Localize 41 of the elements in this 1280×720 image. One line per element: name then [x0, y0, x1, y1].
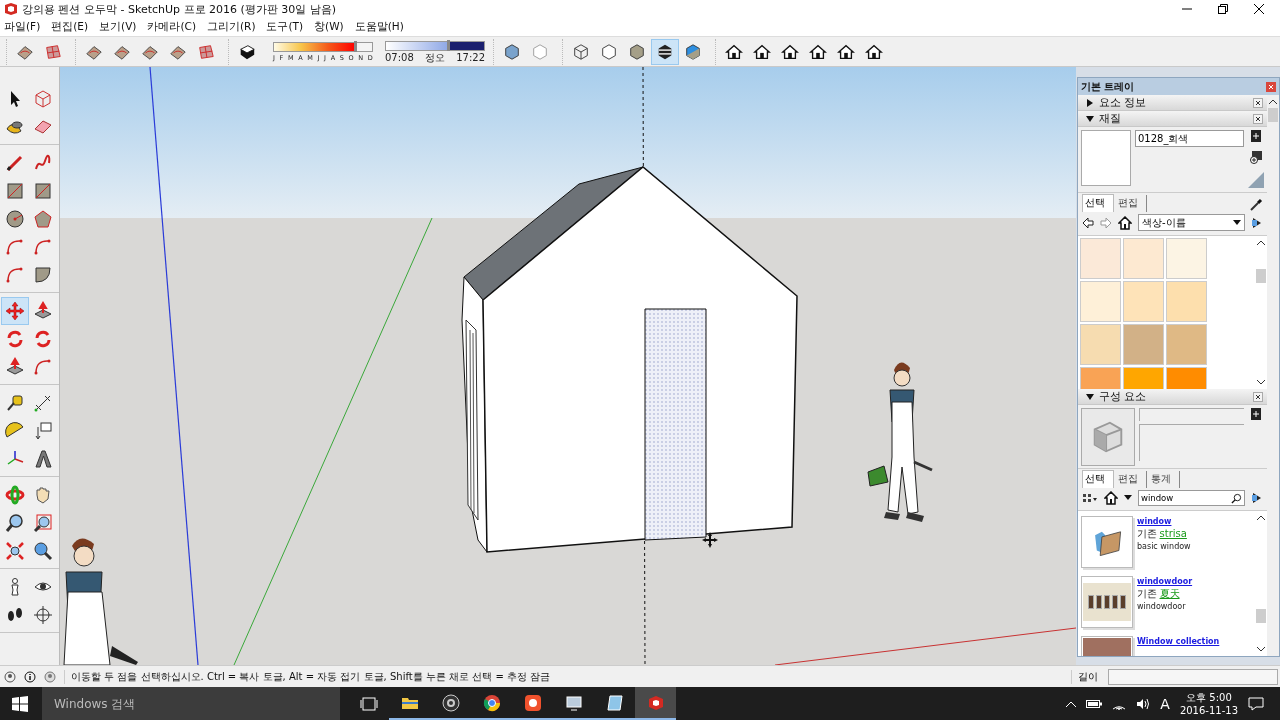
- panel-tab[interactable]: 선택: [1082, 194, 1114, 212]
- component-link[interactable]: Window collection: [1137, 636, 1220, 648]
- measurement-label: 길이: [1071, 669, 1100, 684]
- component-description: windowdoor: [1137, 601, 1187, 613]
- author-prefix: 기존: [1137, 528, 1157, 539]
- material-name-field[interactable]: 0128_회색: [1135, 130, 1244, 147]
- panel-header[interactable]: 요소 정보: [1078, 95, 1267, 111]
- menu-item[interactable]: 그리기(R): [207, 20, 256, 34]
- tray-title: 기본 트레이: [1081, 79, 1135, 94]
- menu-item[interactable]: 도움말(H): [354, 20, 404, 34]
- author-link[interactable]: 夏天: [1159, 588, 1180, 599]
- menu-item[interactable]: 보기(V): [99, 20, 137, 34]
- panel-header[interactable]: 구성 요소: [1078, 389, 1267, 405]
- panel-title: 구성 요소: [1099, 389, 1147, 404]
- status-message: 이동할 두 점을 선택하십시오. Ctrl = 복사 토글, Alt = 자동 접기 토글, Shift를 누른 채로 선택 = 추정 잠금: [64, 669, 551, 684]
- menu-item[interactable]: 파일(F): [4, 20, 41, 34]
- panel-tab[interactable]: 편집: [1116, 471, 1147, 488]
- component-search-field[interactable]: window: [1138, 490, 1245, 506]
- panel-tab[interactable]: 선택: [1082, 470, 1114, 488]
- author-prefix: 기존: [1137, 588, 1157, 599]
- author-link[interactable]: strisa: [1159, 528, 1187, 539]
- time-label: 정오: [425, 52, 445, 63]
- menu-item[interactable]: 창(W): [314, 20, 344, 34]
- panel-tab[interactable]: 통계: [1149, 471, 1180, 488]
- time-label: 07:08: [385, 52, 414, 63]
- taskbar-search-field[interactable]: Windows 검색: [42, 687, 340, 720]
- menu-item[interactable]: 편집(E): [51, 20, 89, 34]
- panel-title: 요소 정보: [1099, 95, 1147, 110]
- menu-item[interactable]: 카메라(C): [147, 20, 196, 34]
- clock[interactable]: 오후 5:00 2016-11-13: [1179, 690, 1238, 717]
- component-description: basic window: [1137, 541, 1191, 553]
- library-dropdown[interactable]: 색상-이름: [1138, 214, 1245, 231]
- window-title: 강의용 펜션 오두막 - SketchUp 프로 2016 (평가판 30일 남음): [22, 1, 337, 17]
- panel-tab[interactable]: 편집: [1116, 195, 1147, 212]
- panel-title: 재질: [1099, 111, 1121, 126]
- menu-item[interactable]: 도구(T): [266, 20, 304, 34]
- time-label: 17:22: [456, 52, 485, 63]
- component-link[interactable]: windowdoor: [1137, 576, 1193, 588]
- panel-header[interactable]: 재질: [1078, 111, 1267, 127]
- input-method-indicator[interactable]: A: [1160, 695, 1170, 712]
- component-link[interactable]: window: [1137, 516, 1191, 528]
